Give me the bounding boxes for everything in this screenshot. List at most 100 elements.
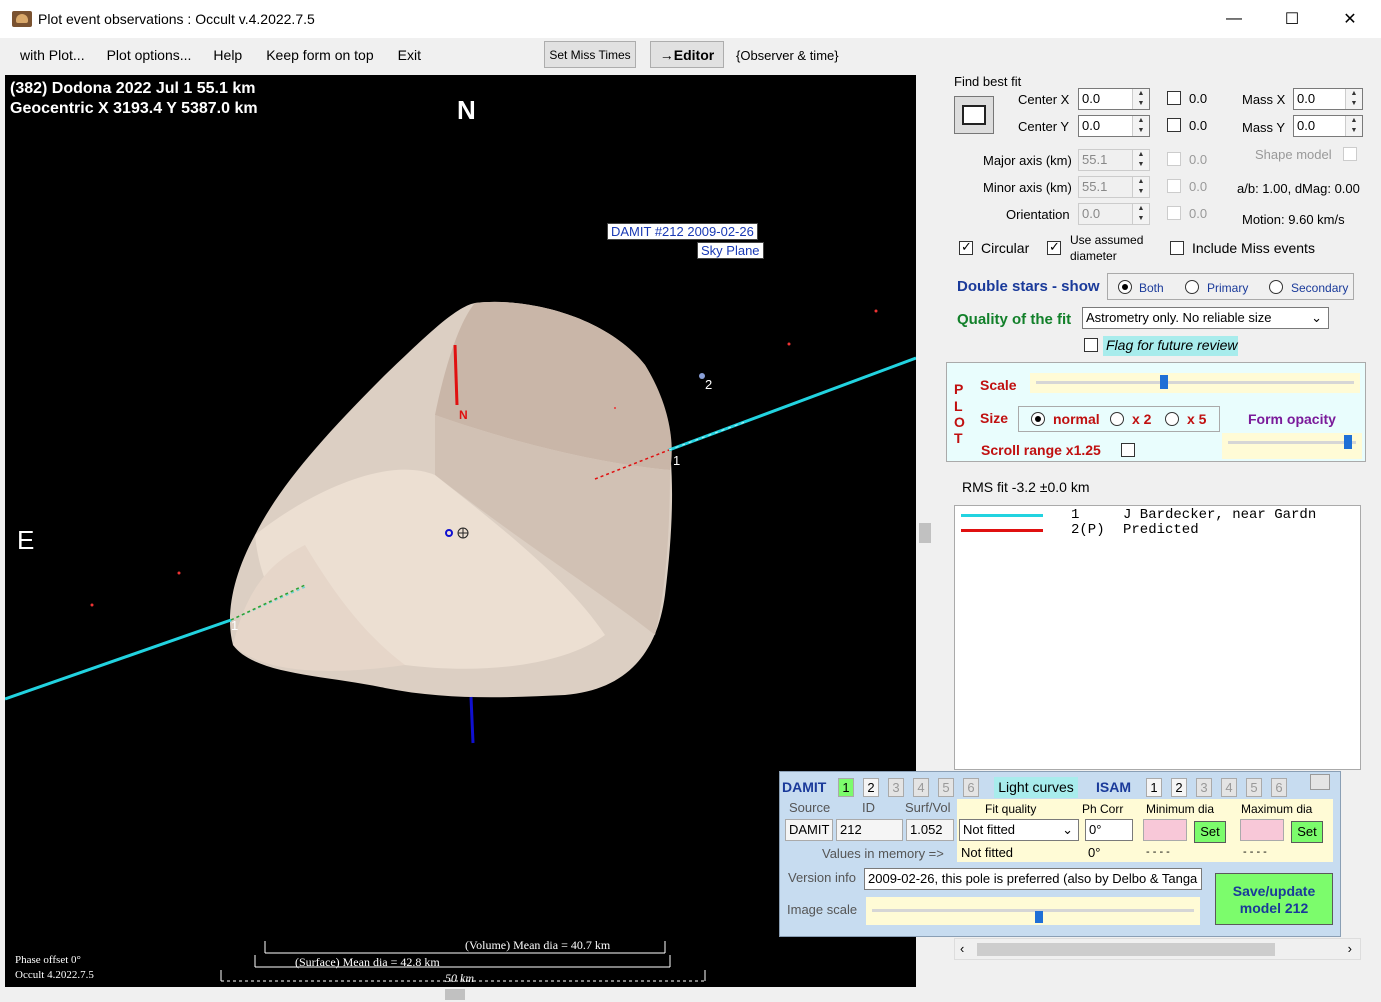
max-dia-header: Maximum dia [1241, 802, 1313, 816]
orientation-checkbox[interactable] [1167, 206, 1181, 220]
flag-review-checkbox[interactable] [1084, 338, 1098, 352]
version-info-label: Version info [788, 870, 856, 885]
include-miss-checkbox[interactable] [1170, 241, 1184, 255]
find-best-fit-button[interactable] [954, 96, 994, 134]
save-update-model-button[interactable]: Save/update model 212 [1215, 873, 1333, 925]
plot-letter-p: P [954, 381, 964, 397]
quality-fit-select[interactable]: Astrometry only. No reliable size ⌄ [1082, 307, 1329, 329]
major-axis-input[interactable]: 55.1 ▲ ▼ [1078, 149, 1150, 171]
phase-offset-label: Phase offset 0° [15, 954, 81, 966]
menu-exit[interactable]: Exit [398, 47, 421, 63]
version-info-field[interactable]: 2009-02-26, this pole is preferred (also… [864, 868, 1202, 890]
volume-dia-label: (Volume) Mean dia = 40.7 km [465, 938, 611, 952]
circular-checkbox[interactable] [959, 239, 973, 255]
use-assumed-diameter-checkbox[interactable] [1047, 239, 1061, 255]
scroll-right-icon[interactable]: › [1348, 941, 1352, 956]
ab-dmag-label: a/b: 1.00, dMag: 0.00 [1237, 181, 1360, 196]
minor-axis-checkbox[interactable] [1167, 179, 1181, 193]
editor-button[interactable]: →Editor [650, 41, 724, 68]
ph-corr-input[interactable]: 0° [1085, 819, 1133, 841]
image-scale-label: Image scale [787, 902, 858, 917]
form-opacity-slider-thumb[interactable] [1344, 435, 1352, 449]
damit-model-1[interactable]: 1 [838, 778, 854, 797]
close-icon[interactable]: ✕ [1321, 0, 1379, 38]
isam-model-3[interactable]: 3 [1196, 778, 1212, 797]
title-bar: Plot event observations : Occult v.4.202… [0, 0, 1381, 38]
menu-plot-options[interactable]: Plot options... [107, 47, 192, 63]
minimize-icon[interactable]: — [1205, 0, 1263, 38]
isam-model-5[interactable]: 5 [1246, 778, 1262, 797]
app-window: Plot event observations : Occult v.4.202… [0, 0, 1381, 1002]
legend-hscroll-thumb[interactable] [977, 943, 1275, 956]
plot-hscroll-thumb[interactable] [445, 989, 465, 1000]
secondary-radio[interactable] [1269, 280, 1283, 294]
both-radio[interactable] [1118, 280, 1132, 294]
center-x-step: 0.0 [1189, 91, 1208, 106]
maximize-icon[interactable]: ☐ [1263, 0, 1321, 38]
shape-model-checkbox[interactable] [1343, 147, 1357, 161]
damit-model-4[interactable]: 4 [913, 778, 929, 797]
isam-model-1[interactable]: 1 [1146, 778, 1162, 797]
min-dia-input[interactable] [1143, 819, 1187, 841]
min-dia-set-button[interactable]: Set [1194, 821, 1226, 843]
app-icon [12, 11, 32, 27]
damit-model-2[interactable]: 2 [863, 778, 879, 797]
center-y-step: 0.0 [1189, 118, 1208, 133]
primary-radio[interactable] [1185, 280, 1199, 294]
major-axis-checkbox[interactable] [1167, 152, 1181, 166]
legend-text-1: J Bardecker, near Gardn [1123, 507, 1317, 523]
panel-close-button[interactable] [1310, 774, 1330, 790]
menu-with-plot[interactable]: with Plot... [20, 47, 85, 63]
plot-letter-l: L [954, 398, 963, 414]
fit-quality-select[interactable]: Not fitted ⌄ [959, 819, 1079, 841]
size-x2-label: x 2 [1132, 411, 1152, 427]
image-scale-slider-thumb[interactable] [1035, 911, 1043, 923]
legend-hscrollbar[interactable]: ‹ › [954, 938, 1361, 960]
center-x-lock-checkbox[interactable] [1167, 91, 1181, 105]
damit-model-3[interactable]: 3 [888, 778, 904, 797]
memory-min-dia: - - - - [1146, 846, 1170, 858]
size-label: Size [980, 410, 1009, 426]
rms-fit-label: RMS fit -3.2 ±0.0 km [962, 479, 1090, 495]
north-label: N [457, 95, 476, 125]
size-x2-radio[interactable] [1110, 412, 1124, 426]
set-miss-times-button[interactable]: Set Miss Times [544, 41, 636, 68]
minor-axis-input[interactable]: 55.1 ▲ ▼ [1078, 176, 1150, 198]
center-x-input[interactable]: 0.0 ▲ ▼ [1078, 88, 1150, 110]
max-dia-set-button[interactable]: Set [1291, 821, 1323, 843]
legend-line-1 [961, 514, 1043, 517]
minor-axis-step: 0.0 [1189, 179, 1208, 194]
source-header: Source [789, 800, 831, 815]
mass-y-input[interactable]: 0.0 ▲ ▼ [1293, 115, 1363, 137]
plot-vscroll-thumb[interactable] [919, 523, 931, 543]
scale-slider[interactable] [1030, 373, 1360, 393]
light-curves-button[interactable]: Light curves [994, 777, 1078, 798]
orientation-input[interactable]: 0.0 ▲ ▼ [1078, 203, 1150, 225]
menu-help[interactable]: Help [213, 47, 242, 63]
sky-plane-label: Sky Plane [697, 242, 764, 259]
scroll-left-icon[interactable]: ‹ [960, 941, 964, 956]
size-normal-radio[interactable] [1031, 412, 1045, 426]
form-opacity-slider[interactable] [1222, 433, 1362, 459]
damit-model-5[interactable]: 5 [938, 778, 954, 797]
occult-version-label: Occult 4.2022.7.5 [15, 969, 94, 981]
center-y-lock-checkbox[interactable] [1167, 118, 1181, 132]
scroll-range-checkbox[interactable] [1121, 443, 1135, 457]
scale-slider-thumb[interactable] [1160, 375, 1168, 389]
plot-letter-t: T [954, 430, 963, 446]
both-label: Both [1139, 281, 1164, 295]
damit-model-6[interactable]: 6 [963, 778, 979, 797]
center-y-input[interactable]: 0.0 ▲ ▼ [1078, 115, 1150, 137]
max-dia-input[interactable] [1240, 819, 1284, 841]
mass-x-input[interactable]: 0.0 ▲ ▼ [1293, 88, 1363, 110]
isam-model-6[interactable]: 6 [1271, 778, 1287, 797]
size-x5-radio[interactable] [1165, 412, 1179, 426]
menu-keep-on-top[interactable]: Keep form on top [266, 47, 373, 63]
image-scale-slider[interactable] [866, 897, 1200, 925]
chord-1-label: 1 [673, 453, 681, 468]
plot-horizontal-scrollbar[interactable] [5, 987, 916, 1002]
isam-model-4[interactable]: 4 [1221, 778, 1237, 797]
observer-time-menu[interactable]: {Observer & time} [736, 48, 839, 63]
use-assumed-label: Use assumed [1070, 233, 1144, 247]
isam-model-2[interactable]: 2 [1171, 778, 1187, 797]
